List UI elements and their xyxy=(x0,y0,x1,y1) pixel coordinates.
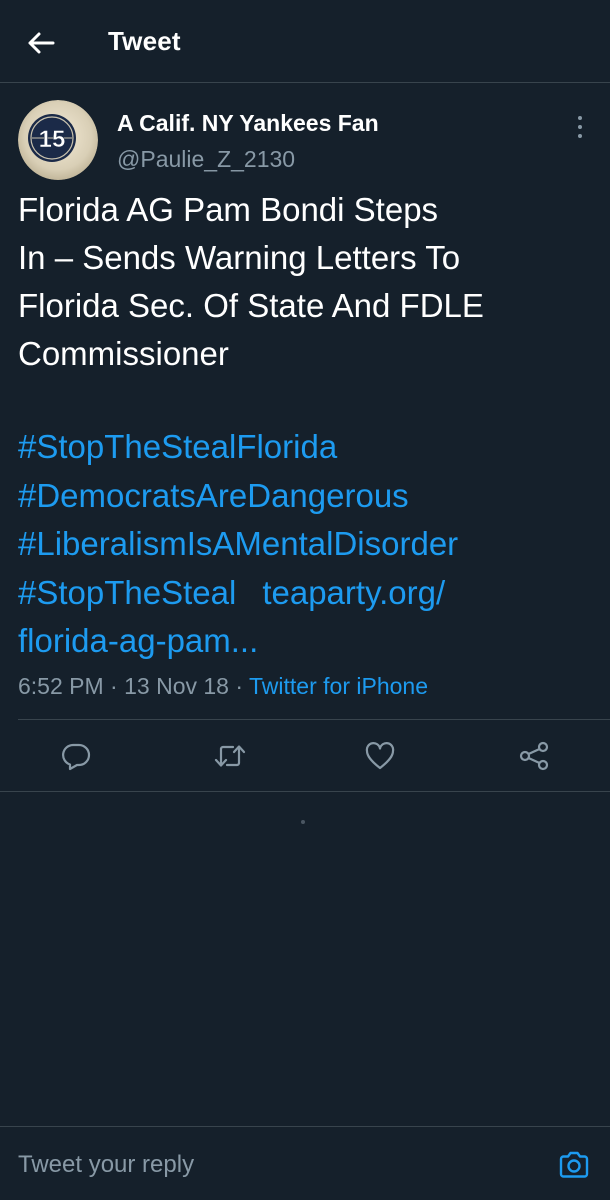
tweet-text-line: Florida Sec. Of State And FDLE xyxy=(18,287,484,324)
tweet-detail-screen: Tweet 15 A Calif. NY Yankees Fan @Paulie… xyxy=(0,0,610,1200)
hashtag-link[interactable]: #DemocratsAreDangerous xyxy=(18,477,409,514)
tweet-source[interactable]: Twitter for iPhone xyxy=(249,673,428,699)
avatar-image: 15 xyxy=(18,100,98,180)
tweet-meta: 6:52 PM · 13 Nov 18 · Twitter for iPhone xyxy=(18,673,428,700)
retweet-icon xyxy=(214,745,246,767)
loading-dot xyxy=(301,820,305,824)
url-link[interactable]: teaparty.org/ xyxy=(262,574,445,611)
avatar[interactable]: 15 xyxy=(18,100,98,180)
reply-input[interactable] xyxy=(18,1145,538,1185)
tweet-text-line: Commissioner xyxy=(18,335,229,372)
meta-separator: · xyxy=(235,673,244,699)
author-handle[interactable]: @Paulie_Z_2130 xyxy=(117,146,295,173)
share-button[interactable] xyxy=(516,738,552,774)
tweet-time: 6:52 PM xyxy=(18,673,104,699)
top-app-bar: Tweet xyxy=(0,0,610,83)
camera-icon xyxy=(559,1151,589,1178)
hashtag-link[interactable]: #StopTheSteal xyxy=(18,574,236,611)
hashtag-link[interactable]: #LiberalismIsAMentalDisorder xyxy=(18,525,458,562)
avatar-number: 15 xyxy=(39,126,66,153)
url-link-continued[interactable]: florida-ag-pam... xyxy=(18,622,258,659)
reply-icon xyxy=(62,743,91,771)
reply-composer xyxy=(0,1126,610,1200)
heart-icon xyxy=(365,742,395,770)
author-name[interactable]: A Calif. NY Yankees Fan xyxy=(117,110,379,137)
more-vertical-icon-dot xyxy=(578,125,582,129)
more-vertical-icon-dot xyxy=(578,134,582,138)
tweet-text-line: In – Sends Warning Letters To xyxy=(18,239,461,276)
tweet-text-line: Florida AG Pam Bondi Steps xyxy=(18,191,439,228)
reply-button[interactable] xyxy=(58,738,94,774)
share-icon xyxy=(519,741,549,771)
tweet-hashtags: #StopTheStealFlorida #DemocratsAreDanger… xyxy=(18,423,598,666)
like-button[interactable] xyxy=(362,738,398,774)
more-vertical-icon xyxy=(578,116,582,120)
tweet-date: 13 Nov 18 xyxy=(124,673,229,699)
meta-separator: · xyxy=(110,673,118,699)
back-button[interactable] xyxy=(22,24,60,62)
more-options-button[interactable] xyxy=(568,112,592,142)
camera-button[interactable] xyxy=(556,1147,592,1183)
page-title: Tweet xyxy=(108,26,181,56)
tweet-text: Florida AG Pam Bondi Steps In – Sends Wa… xyxy=(18,186,598,378)
hashtag-link[interactable]: #StopTheStealFlorida xyxy=(18,428,337,465)
arrow-left-icon xyxy=(28,32,55,54)
retweet-button[interactable] xyxy=(212,738,248,774)
tweet-action-bar xyxy=(0,720,610,792)
